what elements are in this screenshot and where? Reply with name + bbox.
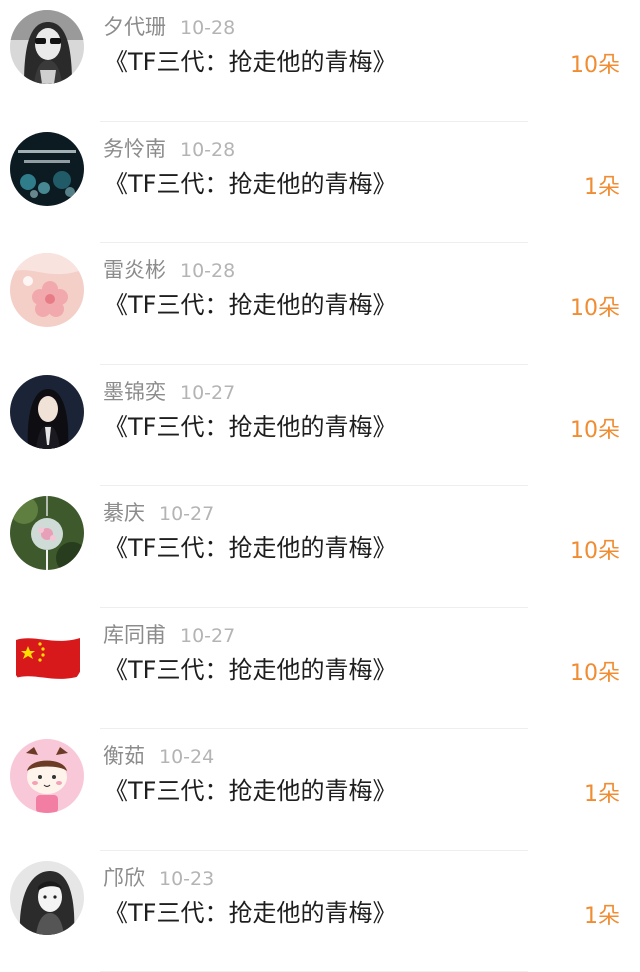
- list-item[interactable]: 墨锦奕 10-27 《TF三代：抢走他的青梅》 10朵: [0, 365, 640, 487]
- flower-amount: 10朵: [570, 50, 620, 82]
- flower-amount: 10朵: [570, 536, 620, 568]
- flower-amount: 1朵: [584, 901, 620, 933]
- pink-flower-avatar[interactable]: [10, 253, 84, 327]
- gift-date: 10-24: [159, 746, 214, 768]
- china-flag-avatar[interactable]: [10, 618, 84, 692]
- flower-amount: 10朵: [570, 658, 620, 690]
- book-title[interactable]: 《TF三代：抢走他的青梅》: [104, 775, 396, 807]
- list-item[interactable]: 库同甫 10-27 《TF三代：抢走他的青梅》 10朵: [0, 608, 640, 730]
- user-name[interactable]: 务怜南: [103, 137, 166, 161]
- user-name[interactable]: 綦庆: [103, 501, 145, 525]
- flower-amount: 10朵: [570, 415, 620, 447]
- list-item[interactable]: 邝欣 10-23 《TF三代：抢走他的青梅》 1朵: [0, 851, 640, 972]
- item-meta: 雷炎彬 10-28: [103, 256, 235, 284]
- book-title[interactable]: 《TF三代：抢走他的青梅》: [104, 897, 396, 929]
- flower-amount: 1朵: [584, 172, 620, 204]
- book-title[interactable]: 《TF三代：抢走他的青梅》: [104, 411, 396, 443]
- gift-date: 10-27: [180, 382, 235, 404]
- list-item[interactable]: 夕代珊 10-28 《TF三代：抢走他的青梅》 10朵: [0, 0, 640, 122]
- bw-girl-portrait-avatar[interactable]: [10, 861, 84, 935]
- item-meta: 库同甫 10-27: [103, 621, 235, 649]
- gift-date: 10-23: [159, 868, 214, 890]
- book-title[interactable]: 《TF三代：抢走他的青梅》: [104, 654, 396, 686]
- book-title[interactable]: 《TF三代：抢走他的青梅》: [104, 168, 396, 200]
- gift-date: 10-27: [159, 503, 214, 525]
- list-item[interactable]: 綦庆 10-27 《TF三代：抢走他的青梅》 10朵: [0, 486, 640, 608]
- bokeh-night-text-avatar[interactable]: [10, 132, 84, 206]
- book-title[interactable]: 《TF三代：抢走他的青梅》: [104, 532, 396, 564]
- flower-amount: 1朵: [584, 779, 620, 811]
- gift-date: 10-28: [180, 17, 235, 39]
- user-name[interactable]: 夕代珊: [103, 15, 166, 39]
- girl-sunglasses-bw-avatar[interactable]: [10, 10, 84, 84]
- user-name[interactable]: 衡茹: [103, 744, 145, 768]
- gift-list: 夕代珊 10-28 《TF三代：抢走他的青梅》 10朵 务怜南 10-28 《TF三…: [0, 0, 640, 972]
- book-title[interactable]: 《TF三代：抢走他的青梅》: [104, 46, 396, 78]
- item-meta: 务怜南 10-28: [103, 135, 235, 163]
- item-meta: 綦庆 10-27: [103, 499, 214, 527]
- user-name[interactable]: 邝欣: [103, 866, 145, 890]
- list-item[interactable]: 雷炎彬 10-28 《TF三代：抢走他的青梅》 10朵: [0, 243, 640, 365]
- gift-date: 10-28: [180, 260, 235, 282]
- book-title[interactable]: 《TF三代：抢走他的青梅》: [104, 289, 396, 321]
- dark-haired-girl-avatar[interactable]: [10, 375, 84, 449]
- user-name[interactable]: 库同甫: [103, 623, 166, 647]
- list-item[interactable]: 务怜南 10-28 《TF三代：抢走他的青梅》 1朵: [0, 122, 640, 244]
- gift-date: 10-27: [180, 625, 235, 647]
- user-name[interactable]: 墨锦奕: [103, 380, 166, 404]
- list-item[interactable]: 衡茹 10-24 《TF三代：抢走他的青梅》 1朵: [0, 729, 640, 851]
- cartoon-girl-avatar[interactable]: [10, 739, 84, 813]
- item-meta: 邝欣 10-23: [103, 864, 214, 892]
- gift-date: 10-28: [180, 139, 235, 161]
- item-meta: 夕代珊 10-28: [103, 13, 235, 41]
- item-meta: 墨锦奕 10-27: [103, 378, 235, 406]
- flower-amount: 10朵: [570, 293, 620, 325]
- wind-chime-avatar[interactable]: [10, 496, 84, 570]
- user-name[interactable]: 雷炎彬: [103, 258, 166, 282]
- item-meta: 衡茹 10-24: [103, 742, 214, 770]
